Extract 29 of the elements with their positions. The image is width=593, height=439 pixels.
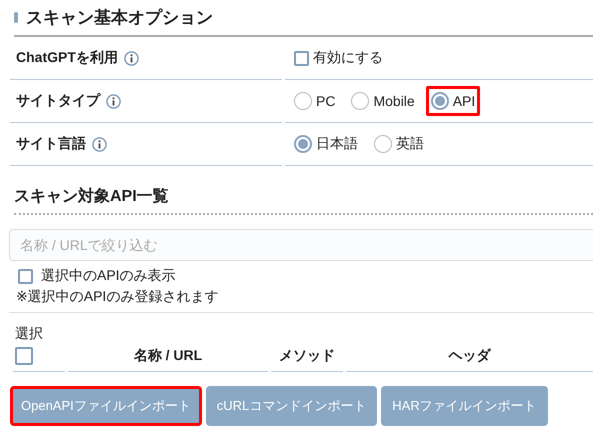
radio-option[interactable]: 英語: [374, 135, 424, 153]
column-header: ヘッダ: [448, 347, 490, 363]
section-title: スキャン基本オプション: [26, 7, 213, 29]
info-icon[interactable]: [124, 50, 139, 66]
section-heading: スキャン対象API一覧: [14, 186, 169, 207]
info-icon[interactable]: [92, 136, 107, 152]
radio-option[interactable]: API: [430, 92, 476, 110]
radio-button[interactable]: [294, 92, 312, 110]
radio-option[interactable]: 日本語: [294, 135, 358, 153]
checkbox-option[interactable]: 有効にする: [289, 43, 388, 73]
option-label: サイトタイプ: [16, 92, 100, 110]
option-label: ChatGPTを利用: [16, 49, 118, 67]
column-header: 名称 / URL: [134, 347, 202, 363]
radio-button[interactable]: [294, 135, 312, 153]
radio-button[interactable]: [374, 135, 392, 153]
info-icon[interactable]: [106, 94, 121, 108]
radio-button[interactable]: [430, 92, 449, 110]
title-marker: [14, 12, 18, 23]
show-selected-checkbox[interactable]: 選択中のAPIのみ表示: [18, 267, 593, 285]
column-header: 選択: [15, 325, 43, 343]
select-all-checkbox[interactable]: [15, 347, 33, 365]
column-header: メソッド: [279, 347, 335, 363]
note-text: ※選択中のAPIのみ登録されます: [16, 288, 218, 306]
checkbox[interactable]: [294, 50, 309, 66]
radio-button[interactable]: [351, 92, 370, 110]
filter-field[interactable]: 名称 / URLで絞り込む: [9, 229, 593, 261]
radio-option[interactable]: PC: [294, 92, 336, 110]
option-label: サイト言語: [16, 135, 86, 153]
radio-option[interactable]: Mobile: [351, 92, 415, 110]
